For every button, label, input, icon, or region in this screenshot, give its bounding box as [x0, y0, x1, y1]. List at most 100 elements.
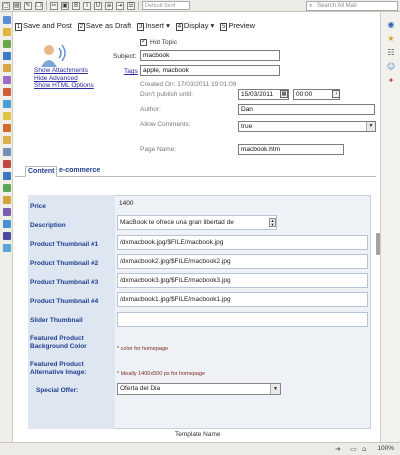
alert-icon[interactable] [3, 160, 11, 168]
indent-icon[interactable]: ⇥ [116, 1, 124, 10]
product-thumbnail-4-input[interactable]: /dxmacbook1.jpg/$FILE/macbook1.jpg [117, 292, 368, 307]
search-placeholder: Search All Mail [317, 3, 357, 9]
save-and-post-button[interactable]: 1 Save and Post [15, 21, 72, 31]
right-sidebar: ◉ ★ ☷ ☺ ✦ [380, 12, 400, 442]
italic-icon[interactable]: I [83, 1, 91, 10]
contacts-icon[interactable] [3, 52, 11, 60]
bg-color-input[interactable] [117, 331, 368, 341]
chevron-down-icon: ▼ [366, 122, 375, 131]
underline-icon[interactable]: U [94, 1, 102, 10]
activities-icon[interactable]: ✦ [386, 76, 396, 86]
price-input[interactable]: 1400 [117, 197, 368, 212]
location-icon[interactable]: ⌂ [362, 445, 366, 453]
left-tool-strip [0, 12, 13, 442]
special-offer-select[interactable]: Oferta del Dia ▼ [117, 383, 281, 395]
people-icon[interactable] [3, 184, 11, 192]
paste-icon[interactable]: ▣ [61, 1, 69, 10]
status-bar: ➜ ▭ ⌂ 100% [0, 442, 400, 455]
action-bar: 1 Save and Post 2 Save as Draft 3 Insert ▾ … [15, 20, 255, 32]
template-name-label: Template Name [175, 431, 221, 438]
copy-icon[interactable]: ❐ [35, 1, 43, 10]
search-icon: ⌕ [309, 3, 313, 9]
product-thumbnail-2-input[interactable]: /dxmacbook2.jpg/$FILE/macbook2.jpg [117, 254, 368, 269]
save-as-draft-button[interactable]: 2 Save as Draft [77, 21, 131, 31]
info-links: Show Attachments Hide Advanced Show HTML… [34, 67, 94, 90]
todo-icon[interactable] [3, 64, 11, 72]
tab-e-commerce[interactable]: e-commerce [57, 166, 102, 177]
tags-link[interactable]: Tags [124, 68, 138, 75]
product-thumbnail-1-label: Product Thumbnail #1 [30, 241, 99, 248]
online-status-icon[interactable]: ▭ [350, 445, 357, 453]
description-scroll-stepper[interactable]: ▲ ▼ [269, 218, 276, 227]
rss-icon[interactable] [3, 124, 11, 132]
sidebar-collapse-handle[interactable] [376, 233, 380, 255]
bg-color-label-line2: Background Color [30, 343, 87, 350]
insert-menu-button[interactable]: 3 Insert ▾ [137, 21, 170, 31]
font-style-select[interactable]: Default Serif [142, 1, 190, 10]
replication-icon[interactable] [3, 88, 11, 96]
special-offer-label: Special Offer: [36, 387, 79, 394]
info-icon[interactable] [3, 172, 11, 180]
day-at-a-glance-icon[interactable]: ◉ [386, 20, 396, 30]
toolbar-divider [138, 1, 139, 10]
allow-comments-label: Allow Comments: [140, 121, 191, 128]
folder-icon[interactable] [3, 136, 11, 144]
allow-comments-select[interactable]: true ▼ [238, 121, 376, 132]
alt-image-label-line2: Alternative Image: [30, 369, 87, 376]
calendar-picker-icon[interactable]: ▦ [280, 90, 288, 98]
settings-icon[interactable] [3, 232, 11, 240]
slider-thumbnail-label: Slider Thumbnail [30, 317, 83, 324]
tab-content[interactable]: Content [25, 166, 58, 177]
show-html-options-link[interactable]: Show HTML Options [34, 82, 94, 90]
description-label: Description [30, 222, 66, 229]
mail-icon[interactable] [3, 28, 11, 36]
calendar-icon[interactable] [3, 40, 11, 48]
sametime-icon[interactable] [3, 208, 11, 216]
hot-topic-label: Hot Topic [150, 39, 177, 46]
alt-image-hint: * Ideally 1400x500 px for homepage [117, 371, 206, 377]
edit-icon[interactable]: ✎ [24, 1, 32, 10]
new-document-icon[interactable]: ▢ [2, 1, 10, 10]
clock-picker-icon[interactable]: ◔ [332, 90, 340, 98]
notebook-icon[interactable] [3, 76, 11, 84]
author-input[interactable]: Dan [238, 104, 375, 115]
sametime-contacts-icon[interactable]: ☺ [386, 62, 396, 72]
zoom-level[interactable]: 100% [377, 445, 394, 452]
alt-image-label-line1: Featured Product [30, 361, 84, 368]
tools-icon[interactable] [3, 196, 11, 204]
author-avatar-icon [41, 44, 66, 67]
save-icon[interactable]: ▤ [13, 1, 21, 10]
database-icon[interactable] [3, 148, 11, 156]
sidebar-icon[interactable] [3, 220, 11, 228]
preview-button[interactable]: 5 Preview [220, 21, 255, 31]
arrow-right-icon: ➜ [335, 445, 341, 453]
favorites-icon[interactable]: ★ [386, 34, 396, 44]
list-icon[interactable]: ≡ [105, 1, 113, 10]
tags-input[interactable]: apple, macbook [140, 65, 280, 76]
hot-topic-checkbox[interactable]: ✓ [140, 39, 147, 46]
bookmark-icon[interactable] [3, 112, 11, 120]
align-icon[interactable]: ☰ [127, 1, 135, 10]
product-thumbnail-1-input[interactable]: /dxmacbook.jpg/$FILE/macbook.jpg [117, 235, 368, 250]
description-textarea[interactable]: MacBook te ofrece una gran libertad de [117, 215, 277, 230]
page-name-input[interactable]: macbook.htm [238, 144, 344, 155]
product-thumbnail-4-label: Product Thumbnail #4 [30, 298, 99, 305]
show-attachments-link[interactable]: Show Attachments [34, 67, 94, 75]
search-input[interactable]: ⌕ Search All Mail [306, 1, 398, 11]
toolbar-divider [46, 1, 47, 10]
product-thumbnail-3-input[interactable]: /dxmacbook3.jpg/$FILE/macbook3.jpg [117, 273, 368, 288]
subject-input[interactable]: macbook [140, 50, 280, 61]
hide-advanced-link[interactable]: Hide Advanced [34, 75, 94, 83]
feeds-icon[interactable]: ☷ [386, 48, 396, 58]
home-icon[interactable] [3, 16, 11, 24]
workspace-icon[interactable] [3, 100, 11, 108]
subject-label: Subject: [113, 53, 137, 60]
slider-thumbnail-input[interactable] [117, 312, 368, 327]
help-icon[interactable] [3, 244, 11, 252]
alt-image-input[interactable] [117, 356, 368, 366]
bold-icon[interactable]: B [72, 1, 80, 10]
display-menu-button[interactable]: 4 Display ▾ [175, 21, 214, 31]
cut-icon[interactable]: ✂ [50, 1, 58, 10]
product-thumbnail-2-label: Product Thumbnail #2 [30, 260, 99, 267]
dont-publish-label: Don't publish until: [140, 91, 193, 98]
